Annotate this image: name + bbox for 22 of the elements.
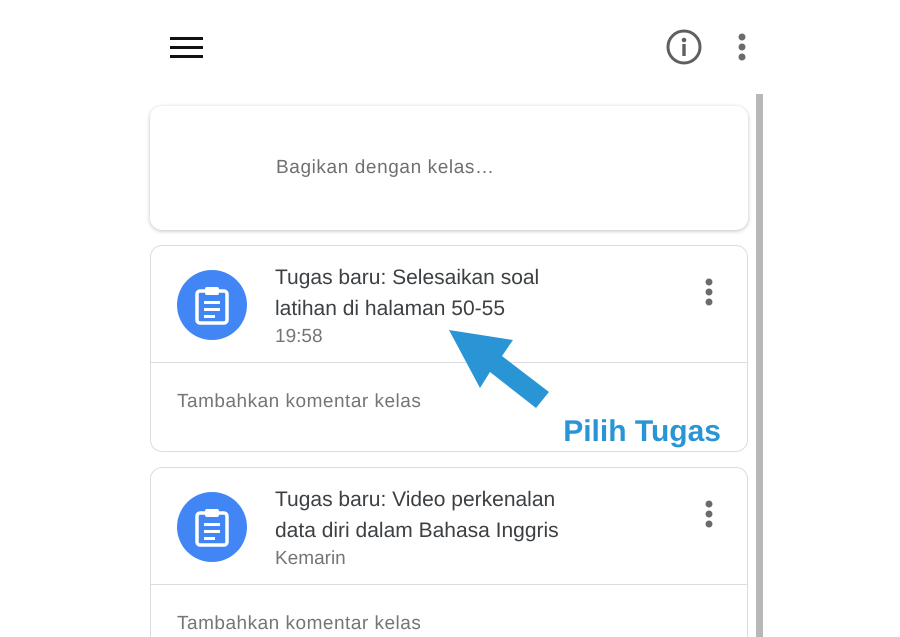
- menu-icon[interactable]: [170, 35, 203, 59]
- more-icon: [738, 33, 746, 61]
- share-field[interactable]: Bagikan dengan kelas…: [150, 106, 748, 230]
- post-time: 19:58: [275, 326, 324, 348]
- more-button[interactable]: [738, 33, 746, 61]
- comment-field[interactable]: Tambahkan komentar kelas: [177, 391, 422, 412]
- assignment-icon: [194, 507, 230, 547]
- assignment-card[interactable]: Tugas baru: Video perkenalan data diri dalam Bahasa Inggris Kemarin Tambahkan komentar kelas: [150, 467, 748, 637]
- assignment-icon: [194, 285, 230, 325]
- comment-field[interactable]: Tambahkan komentar kelas: [177, 613, 422, 634]
- more-icon: [705, 278, 713, 306]
- assignment-card[interactable]: Tugas baru: Selesaikan soal latihan di halaman 50-55 19:58 Tambahkan komentar kelas Pilih Tugas: [150, 245, 748, 452]
- scrollbar[interactable]: [756, 94, 763, 637]
- post-menu-button[interactable]: [705, 500, 713, 528]
- post-title: Tugas baru: Selesaikan soal latihan di halaman 50-55: [275, 265, 540, 322]
- post-title: Tugas baru: Video perkenalan data diri dalam Bahasa Inggris: [275, 487, 560, 544]
- share-placeholder: Bagikan dengan kelas…: [276, 157, 495, 179]
- info-icon[interactable]: [666, 29, 702, 65]
- post-time: Kemarin: [275, 548, 347, 570]
- more-icon: [705, 500, 713, 528]
- callout-label: Pilih Tugas: [563, 415, 721, 449]
- post-menu-button[interactable]: [705, 278, 713, 306]
